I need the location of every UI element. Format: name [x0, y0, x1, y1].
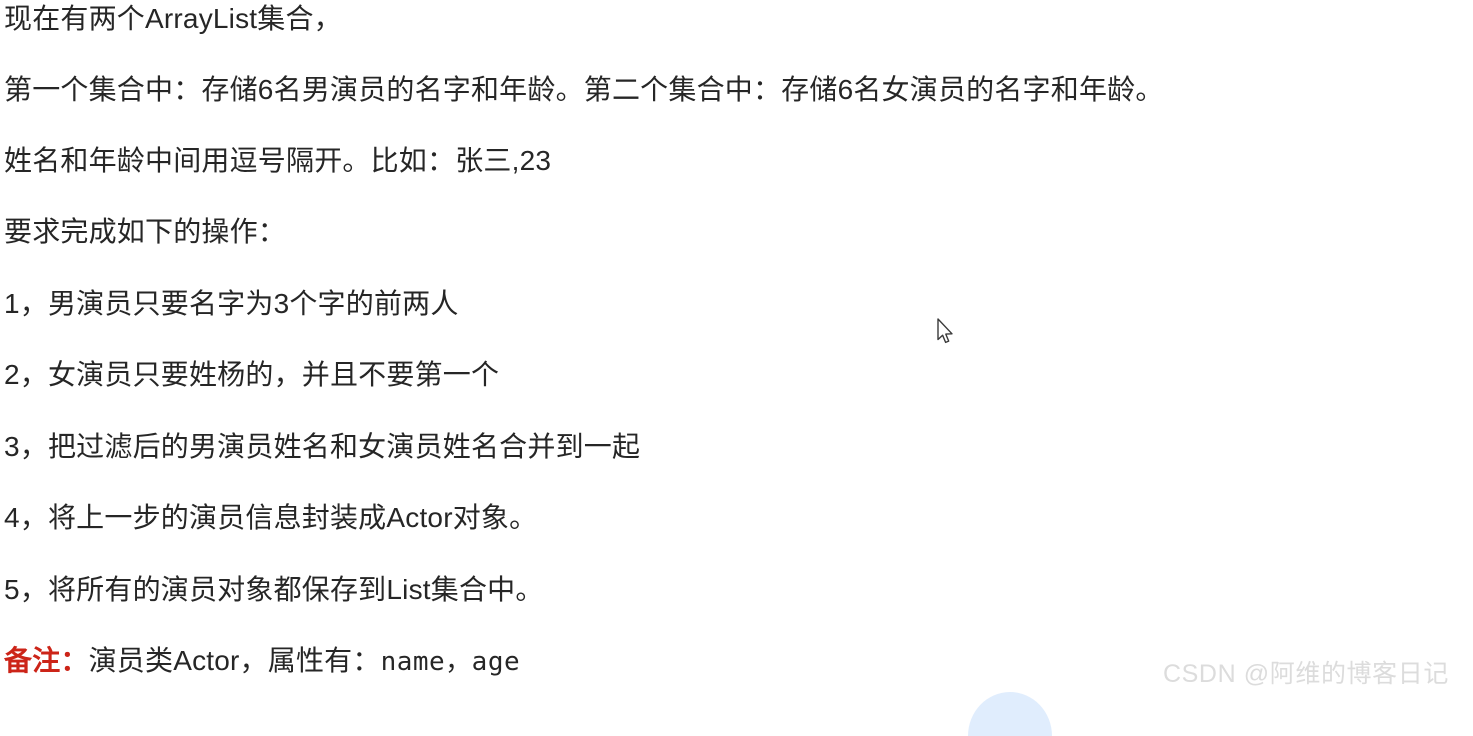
paragraph-requirement: 要求完成如下的操作： [4, 213, 286, 251]
paragraph-text: 姓名和年龄中间用逗号隔开。比如：张三,23 [4, 145, 552, 176]
note-label: 备注： [4, 645, 89, 676]
list-item-text: 4，将上一步的演员信息封装成Actor对象。 [4, 502, 538, 533]
list-item-5: 5，将所有的演员对象都保存到List集合中。 [4, 571, 544, 609]
csdn-watermark: CSDN @阿维的博客日记 [1163, 660, 1449, 688]
note-line: 备注：演员类Actor，属性有：name，age [4, 642, 520, 681]
paragraph-format: 姓名和年龄中间用逗号隔开。比如：张三,23 [4, 142, 551, 180]
note-attributes: name，age [380, 647, 521, 677]
list-item-2: 2，女演员只要姓杨的，并且不要第一个 [4, 356, 499, 394]
list-item-4: 4，将上一步的演员信息封装成Actor对象。 [4, 499, 537, 537]
paragraph-intro: 现在有两个ArrayList集合， [4, 0, 342, 38]
list-item-text: 1，男演员只要名字为3个字的前两人 [4, 288, 459, 319]
paragraph-text: 要求完成如下的操作： [4, 216, 287, 247]
paragraph-collections: 第一个集合中：存储6名男演员的名字和年龄。第二个集合中：存储6名女演员的名字和年… [4, 71, 1164, 109]
list-item-text: 5，将所有的演员对象都保存到List集合中。 [4, 574, 544, 605]
decorative-arc [968, 692, 1052, 736]
list-item-1: 1，男演员只要名字为3个字的前两人 [4, 285, 459, 323]
list-item-text: 3，把过滤后的男演员姓名和女演员姓名合并到一起 [4, 431, 641, 462]
mouse-pointer-icon [937, 318, 953, 344]
page-canvas: 现在有两个ArrayList集合， 第一个集合中：存储6名男演员的名字和年龄。第… [0, 0, 1473, 736]
paragraph-text: 现在有两个ArrayList集合， [4, 3, 342, 34]
list-item-3: 3，把过滤后的男演员姓名和女演员姓名合并到一起 [4, 428, 640, 466]
list-item-text: 2，女演员只要姓杨的，并且不要第一个 [4, 359, 500, 390]
note-text: 演员类Actor，属性有： [88, 645, 381, 676]
paragraph-text: 第一个集合中：存储6名男演员的名字和年龄。第二个集合中：存储6名女演员的名字和年… [4, 74, 1164, 105]
